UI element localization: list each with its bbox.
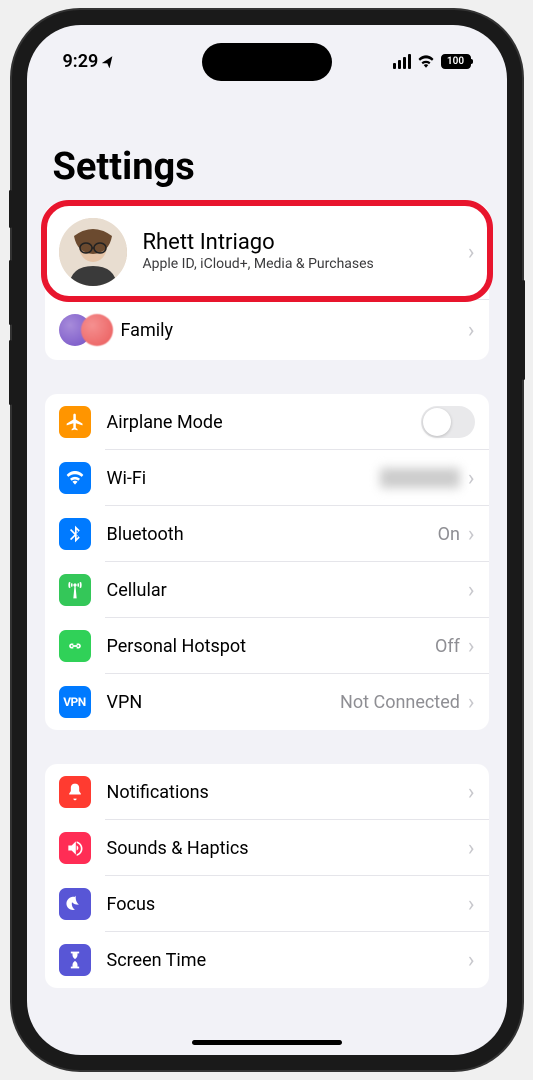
connectivity-group: Airplane Mode Wi-Fi › Bluetooth — [45, 394, 489, 730]
family-avatars-icon — [59, 312, 113, 348]
profile-name: Rhett Intriago — [143, 230, 468, 255]
battery-icon: 100 — [441, 54, 471, 69]
focus-label: Focus — [107, 894, 468, 915]
wifi-label: Wi-Fi — [107, 468, 380, 489]
silent-switch — [9, 190, 12, 228]
settings-content: Settings — [27, 85, 507, 988]
screentime-label: Screen Time — [107, 950, 468, 971]
focus-row[interactable]: Focus › — [45, 876, 489, 932]
chevron-right-icon: › — [468, 690, 475, 715]
wifi-value — [380, 468, 460, 488]
screentime-icon — [59, 944, 91, 976]
airplane-toggle[interactable] — [421, 406, 475, 438]
chevron-right-icon: › — [468, 578, 475, 603]
bluetooth-value: On — [438, 524, 460, 545]
general-group: Notifications › Sounds & Haptics › Focus… — [45, 764, 489, 988]
chevron-right-icon: › — [468, 892, 475, 917]
volume-down-button — [9, 340, 12, 405]
page-title: Settings — [45, 145, 489, 204]
focus-icon — [59, 888, 91, 920]
vpn-row[interactable]: VPN VPN Not Connected › — [45, 674, 489, 730]
chevron-right-icon: › — [468, 240, 475, 265]
sounds-label: Sounds & Haptics — [107, 838, 468, 859]
chevron-right-icon: › — [468, 318, 475, 343]
hotspot-icon — [59, 630, 91, 662]
hotspot-label: Personal Hotspot — [107, 636, 435, 657]
status-time: 9:29 — [63, 51, 99, 72]
sounds-row[interactable]: Sounds & Haptics › — [45, 820, 489, 876]
hotspot-value: Off — [435, 636, 460, 657]
home-indicator[interactable] — [192, 1040, 342, 1045]
battery-level: 100 — [447, 56, 464, 67]
airplane-icon — [59, 406, 91, 438]
profile-group: Rhett Intriago Apple ID, iCloud+, Media … — [45, 204, 489, 360]
chevron-right-icon: › — [468, 522, 475, 547]
sounds-icon — [59, 832, 91, 864]
hotspot-row[interactable]: Personal Hotspot Off › — [45, 618, 489, 674]
wifi-row[interactable]: Wi-Fi › — [45, 450, 489, 506]
cellular-row[interactable]: Cellular › — [45, 562, 489, 618]
phone-frame: 9:29 100 Settings — [12, 10, 522, 1070]
notifications-icon — [59, 776, 91, 808]
avatar — [59, 218, 127, 286]
bluetooth-label: Bluetooth — [107, 524, 438, 545]
vpn-label: VPN — [107, 692, 341, 713]
wifi-status-icon — [417, 54, 435, 68]
chevron-right-icon: › — [468, 948, 475, 973]
status-right: 100 — [393, 54, 471, 69]
location-icon — [102, 54, 116, 68]
airplane-mode-row[interactable]: Airplane Mode — [45, 394, 489, 450]
airplane-label: Airplane Mode — [107, 412, 421, 433]
family-row[interactable]: Family › — [45, 300, 489, 360]
profile-subtitle: Apple ID, iCloud+, Media & Purchases — [143, 255, 468, 273]
vpn-icon: VPN — [59, 686, 91, 718]
screentime-row[interactable]: Screen Time › — [45, 932, 489, 988]
cellular-icon — [59, 574, 91, 606]
chevron-right-icon: › — [468, 466, 475, 491]
cellular-label: Cellular — [107, 580, 468, 601]
vpn-value: Not Connected — [340, 692, 460, 713]
profile-info: Rhett Intriago Apple ID, iCloud+, Media … — [143, 230, 468, 273]
wifi-icon — [59, 462, 91, 494]
bluetooth-icon — [59, 518, 91, 550]
family-label: Family — [121, 320, 468, 341]
apple-id-row[interactable]: Rhett Intriago Apple ID, iCloud+, Media … — [45, 204, 489, 300]
notifications-label: Notifications — [107, 782, 468, 803]
chevron-right-icon: › — [468, 780, 475, 805]
cellular-signal-icon — [393, 54, 411, 69]
phone-screen: 9:29 100 Settings — [27, 25, 507, 1055]
power-button — [522, 280, 525, 380]
chevron-right-icon: › — [468, 836, 475, 861]
dynamic-island — [202, 43, 332, 81]
notifications-row[interactable]: Notifications › — [45, 764, 489, 820]
bluetooth-row[interactable]: Bluetooth On › — [45, 506, 489, 562]
status-left: 9:29 — [63, 51, 117, 72]
chevron-right-icon: › — [468, 634, 475, 659]
volume-up-button — [9, 260, 12, 325]
